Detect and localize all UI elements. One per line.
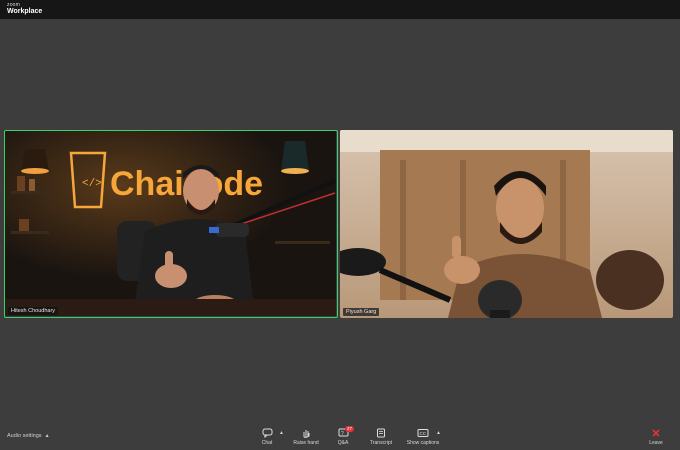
- leave-label: Leave: [649, 440, 663, 446]
- raise-hand-button[interactable]: Raise hand: [286, 428, 326, 446]
- audio-settings-label: Audio settings: [7, 433, 42, 439]
- chat-options-chevron-icon[interactable]: ▲: [279, 430, 284, 436]
- video-feed-piyush: [340, 130, 673, 318]
- raise-hand-icon: [303, 430, 310, 438]
- video-feed-hitesh: </> Chaicode: [5, 131, 336, 316]
- leave-button[interactable]: Leave: [636, 428, 676, 446]
- participant-name-hitesh: Hitesh Choudhary: [8, 307, 59, 315]
- brand-workplace: Workplace: [7, 8, 43, 15]
- video-tile-piyush[interactable]: Piyush Garg: [340, 130, 673, 318]
- svg-text:CC: CC: [420, 431, 427, 436]
- video-tile-hitesh[interactable]: </> Chaicode Hitesh Choudhary: [4, 130, 338, 318]
- participant-name-piyush: Piyush Garg: [343, 308, 380, 316]
- leave-icon: [652, 429, 660, 437]
- title-bar: zoom Workplace: [0, 0, 680, 19]
- chevron-up-icon[interactable]: ▲: [45, 433, 50, 439]
- captions-icon: CC: [417, 429, 429, 437]
- audio-settings-button[interactable]: Audio settings ▲: [7, 433, 50, 439]
- meeting-toolbar: Audio settings ▲ Chat ▲ Raise hand ? 27 …: [0, 424, 680, 450]
- show-captions-label: Show captions: [406, 440, 440, 446]
- qa-badge: 27: [345, 426, 355, 432]
- transcript-button[interactable]: Transcript: [361, 428, 401, 446]
- qa-button[interactable]: ? 27 Q&A: [323, 426, 363, 446]
- qa-label: Q&A: [337, 440, 349, 446]
- transcript-icon: [377, 428, 385, 438]
- svg-text:?: ?: [341, 431, 344, 437]
- transcript-label: Transcript: [369, 440, 393, 446]
- chat-icon: [262, 428, 272, 438]
- svg-text:</>: </>: [82, 178, 102, 190]
- raise-hand-label: Raise hand: [293, 440, 319, 446]
- captions-options-chevron-icon[interactable]: ▲: [436, 430, 441, 436]
- chat-label: Chat: [261, 440, 273, 446]
